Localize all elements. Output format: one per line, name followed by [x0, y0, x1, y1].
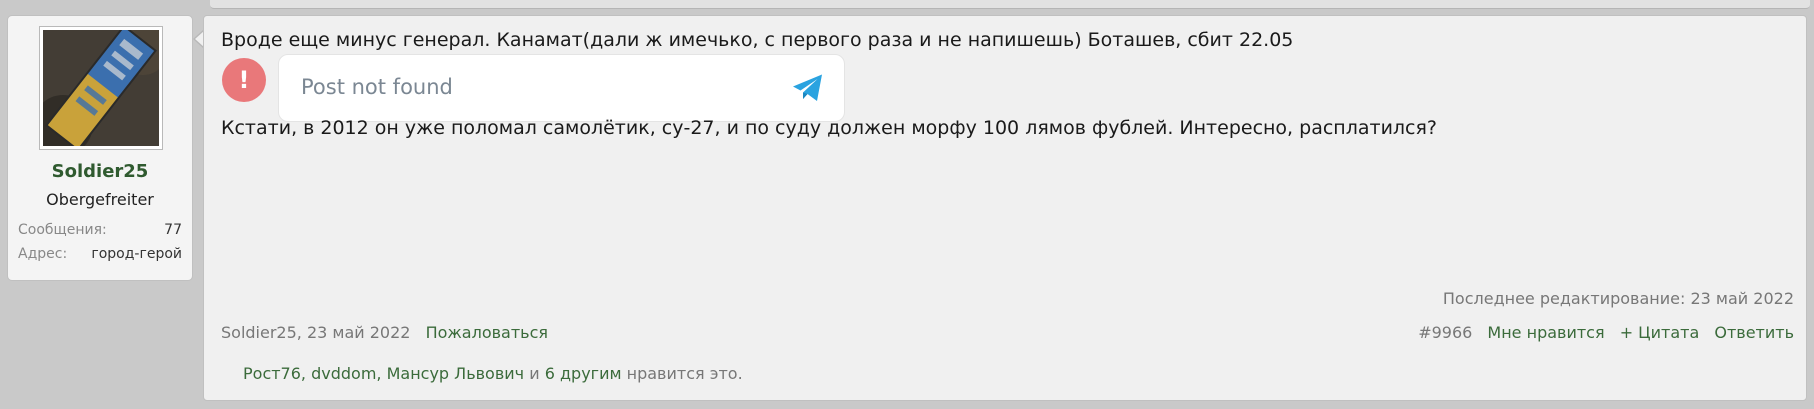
post-meta-right: #9966 Мне нравится + Цитата Ответить — [1418, 323, 1794, 342]
likes-bar: Рост76, dvddom, Мансур Львович и 6 други… — [243, 364, 743, 383]
user-card: Soldier25 Obergefreiter Сообщения: 77 Ад… — [7, 15, 193, 281]
stat-value: город-герой — [91, 246, 182, 262]
stat-value: 77 — [164, 222, 182, 238]
likes-and: и — [524, 364, 545, 383]
telegram-icon — [793, 74, 822, 101]
embed-message: Post not found — [301, 75, 453, 99]
post-meta-left: Soldier25, 23 май 2022 Пожаловаться — [221, 323, 548, 342]
liker-link[interactable]: Рост76 — [243, 364, 301, 383]
likes-separator: , — [300, 364, 312, 383]
avatar-image — [43, 30, 159, 146]
username-link[interactable]: Soldier25 — [8, 161, 192, 182]
last-edit-note: Последнее редактирование: 23 май 2022 — [1442, 289, 1794, 308]
alert-icon: ! — [222, 58, 266, 102]
post-author-date[interactable]: Soldier25, 23 май 2022 — [221, 323, 410, 342]
report-link[interactable]: Пожаловаться — [426, 323, 548, 342]
stat-address: Адрес: город-герой — [18, 246, 182, 262]
stat-label: Адрес: — [18, 246, 68, 262]
reply-button[interactable]: Ответить — [1714, 323, 1794, 342]
liker-link[interactable]: dvddom — [311, 364, 376, 383]
stat-label: Сообщения: — [18, 222, 107, 238]
post-text-line: Кстати, в 2012 он уже поломал самолётик,… — [221, 117, 1438, 139]
post-body: Вроде еще минус генерал. Канамат(дали ж … — [203, 15, 1807, 401]
likes-suffix: нравится это. — [621, 364, 743, 383]
post-text-line: Вроде еще минус генерал. Канамат(дали ж … — [221, 29, 1294, 51]
liker-link[interactable]: Мансур Львович — [387, 364, 525, 383]
avatar[interactable] — [39, 26, 163, 150]
quote-button[interactable]: + Цитата — [1620, 323, 1700, 342]
likes-others-link[interactable]: 6 другим — [545, 364, 622, 383]
previous-post-edge — [210, 0, 1810, 9]
like-button[interactable]: Мне нравится — [1487, 323, 1604, 342]
telegram-embed[interactable]: Post not found — [278, 54, 845, 122]
user-title: Obergefreiter — [46, 190, 154, 209]
likes-separator: , — [376, 364, 387, 383]
stat-messages: Сообщения: 77 — [18, 222, 182, 238]
post-number-link[interactable]: #9966 — [1418, 323, 1472, 342]
